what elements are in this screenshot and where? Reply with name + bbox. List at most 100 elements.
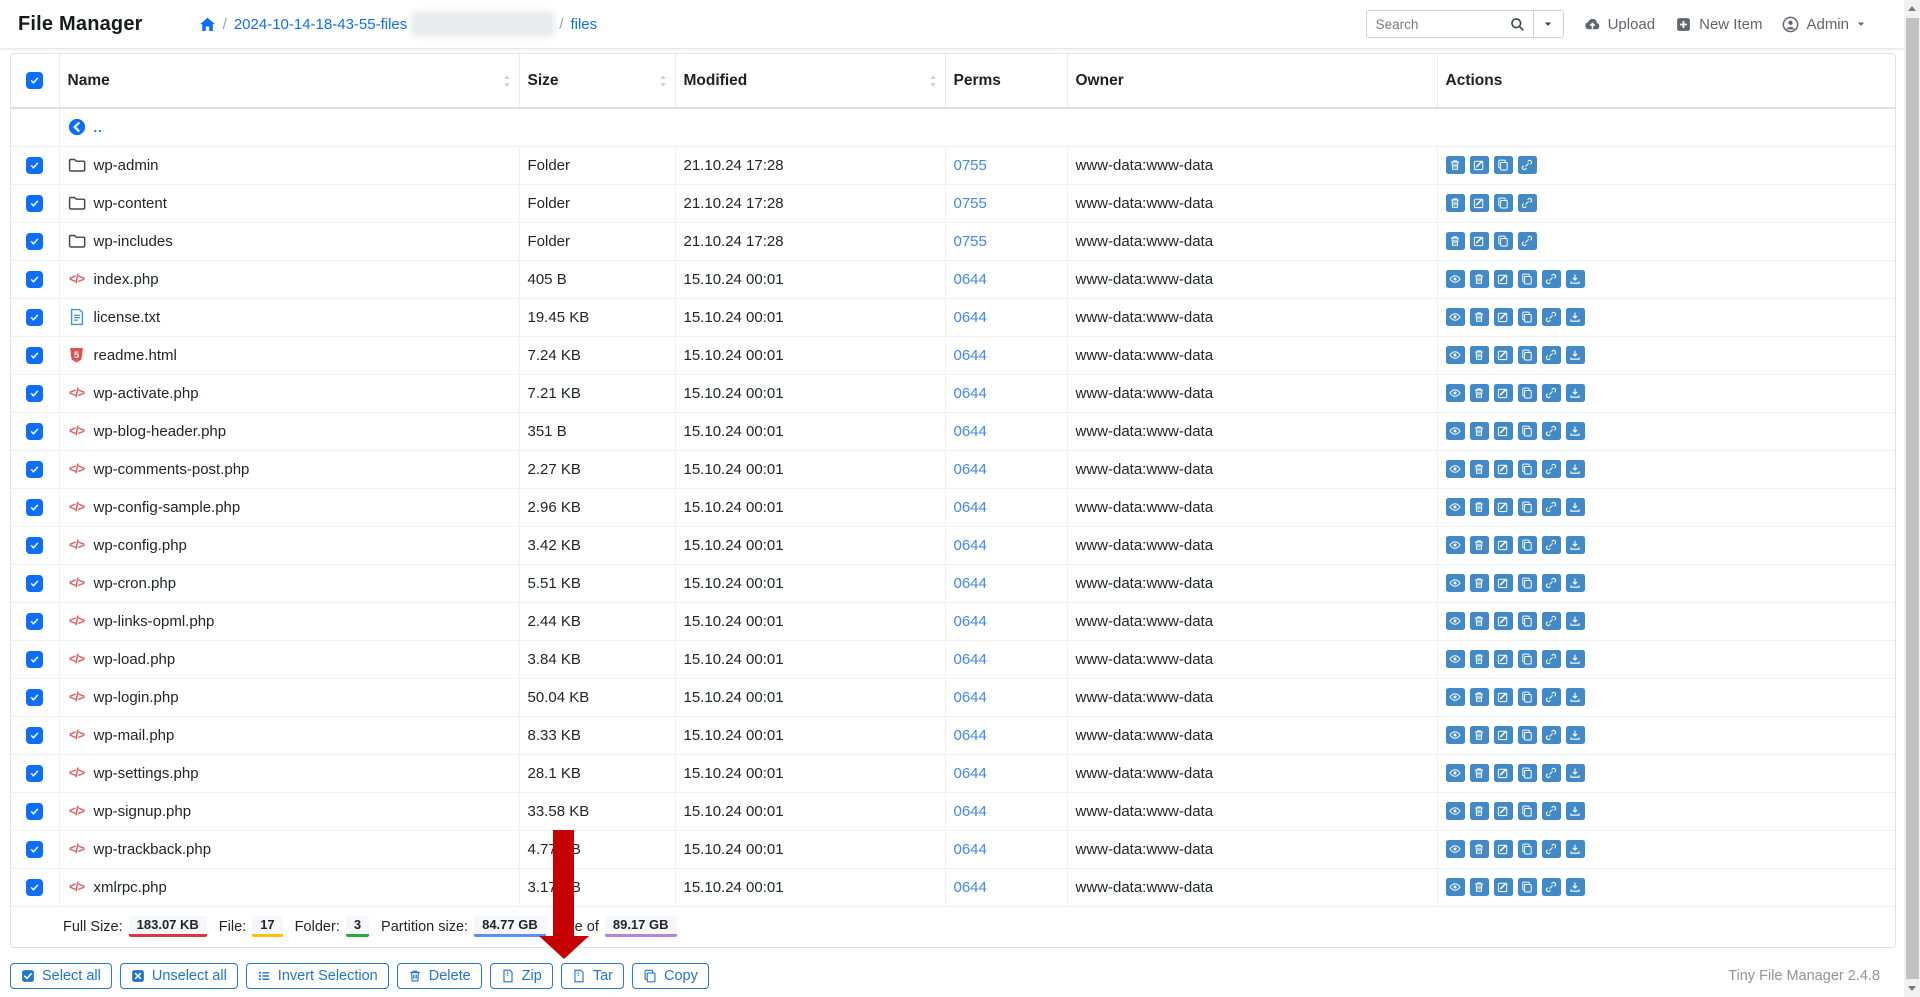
download-button[interactable] bbox=[1566, 422, 1585, 440]
delete-button[interactable] bbox=[1470, 308, 1489, 326]
copy-button[interactable] bbox=[1518, 574, 1537, 592]
rename-button[interactable] bbox=[1470, 156, 1489, 174]
download-button[interactable] bbox=[1566, 460, 1585, 478]
download-button[interactable] bbox=[1566, 498, 1585, 516]
delete-button[interactable] bbox=[1470, 612, 1489, 630]
column-header-name[interactable]: Name bbox=[59, 54, 519, 108]
perms-link[interactable]: 0644 bbox=[954, 765, 987, 782]
perms-link[interactable]: 0644 bbox=[954, 347, 987, 364]
rename-button[interactable] bbox=[1494, 612, 1513, 630]
rename-button[interactable] bbox=[1494, 574, 1513, 592]
delete-button[interactable] bbox=[1470, 802, 1489, 820]
perms-link[interactable]: 0644 bbox=[954, 271, 987, 288]
preview-button[interactable] bbox=[1446, 726, 1465, 744]
download-button[interactable] bbox=[1566, 536, 1585, 554]
link-button[interactable] bbox=[1518, 232, 1537, 250]
copy-button[interactable] bbox=[1518, 840, 1537, 858]
file-name[interactable]: readme.html bbox=[94, 347, 177, 364]
download-button[interactable] bbox=[1566, 802, 1585, 820]
preview-button[interactable] bbox=[1446, 802, 1465, 820]
home-icon[interactable] bbox=[199, 16, 216, 33]
preview-button[interactable] bbox=[1446, 840, 1465, 858]
delete-button[interactable] bbox=[1470, 270, 1489, 288]
breadcrumb-link[interactable]: files bbox=[570, 16, 597, 33]
delete-button[interactable] bbox=[1470, 422, 1489, 440]
file-name[interactable]: license.txt bbox=[94, 309, 161, 326]
delete-button[interactable] bbox=[1470, 498, 1489, 516]
file-name[interactable]: wp-cron.php bbox=[94, 575, 177, 592]
breadcrumb-link[interactable]: 2024-10-14-18-43-55-files bbox=[234, 16, 407, 33]
preview-button[interactable] bbox=[1446, 308, 1465, 326]
row-checkbox[interactable] bbox=[26, 157, 43, 174]
sort-icon[interactable] bbox=[926, 74, 940, 88]
preview-button[interactable] bbox=[1446, 650, 1465, 668]
delete-button[interactable] bbox=[1446, 156, 1465, 174]
perms-link[interactable]: 0644 bbox=[954, 499, 987, 516]
perms-link[interactable]: 0644 bbox=[954, 879, 987, 896]
copy-button[interactable] bbox=[1494, 194, 1513, 212]
row-checkbox[interactable] bbox=[26, 309, 43, 326]
link-button[interactable] bbox=[1542, 498, 1561, 516]
search-field[interactable] bbox=[1366, 10, 1534, 38]
copy-button[interactable] bbox=[1518, 270, 1537, 288]
file-name[interactable]: wp-login.php bbox=[94, 689, 179, 706]
rename-button[interactable] bbox=[1494, 650, 1513, 668]
link-button[interactable] bbox=[1542, 688, 1561, 706]
delete-button[interactable] bbox=[1446, 194, 1465, 212]
sort-icon[interactable] bbox=[656, 74, 670, 88]
row-checkbox[interactable] bbox=[26, 423, 43, 440]
delete-button[interactable] bbox=[1470, 764, 1489, 782]
download-button[interactable] bbox=[1566, 270, 1585, 288]
file-name[interactable]: wp-activate.php bbox=[94, 385, 199, 402]
link-button[interactable] bbox=[1518, 194, 1537, 212]
sort-icon[interactable] bbox=[500, 74, 514, 88]
delete-button[interactable]: Delete bbox=[397, 963, 482, 989]
file-name[interactable]: wp-signup.php bbox=[94, 803, 192, 820]
scrollbar-thumb[interactable] bbox=[1906, 18, 1919, 979]
row-checkbox[interactable] bbox=[26, 727, 43, 744]
select-all-button[interactable]: Select all bbox=[10, 963, 112, 989]
delete-button[interactable] bbox=[1470, 726, 1489, 744]
copy-button[interactable] bbox=[1518, 346, 1537, 364]
rename-button[interactable] bbox=[1494, 688, 1513, 706]
copy-button[interactable] bbox=[1518, 460, 1537, 478]
rename-button[interactable] bbox=[1494, 346, 1513, 364]
link-button[interactable] bbox=[1542, 536, 1561, 554]
copy-button[interactable] bbox=[1518, 650, 1537, 668]
rename-button[interactable] bbox=[1494, 536, 1513, 554]
zip-button[interactable]: Zip bbox=[490, 963, 553, 989]
row-checkbox[interactable] bbox=[26, 537, 43, 554]
preview-button[interactable] bbox=[1446, 270, 1465, 288]
download-button[interactable] bbox=[1566, 764, 1585, 782]
scroll-up-button[interactable] bbox=[1904, 0, 1920, 17]
preview-button[interactable] bbox=[1446, 384, 1465, 402]
file-name[interactable]: wp-config.php bbox=[94, 537, 187, 554]
rename-button[interactable] bbox=[1494, 384, 1513, 402]
invert-selection-button[interactable]: Invert Selection bbox=[246, 963, 389, 989]
row-checkbox[interactable] bbox=[26, 347, 43, 364]
rename-button[interactable] bbox=[1494, 308, 1513, 326]
perms-link[interactable]: 0644 bbox=[954, 727, 987, 744]
perms-link[interactable]: 0644 bbox=[954, 613, 987, 630]
link-button[interactable] bbox=[1542, 612, 1561, 630]
search-input[interactable] bbox=[1367, 17, 1510, 32]
scroll-down-button[interactable] bbox=[1904, 980, 1920, 997]
back-circle-icon[interactable] bbox=[68, 118, 86, 136]
download-button[interactable] bbox=[1566, 878, 1585, 896]
download-button[interactable] bbox=[1566, 308, 1585, 326]
row-checkbox[interactable] bbox=[26, 765, 43, 782]
row-checkbox[interactable] bbox=[26, 233, 43, 250]
preview-button[interactable] bbox=[1446, 764, 1465, 782]
delete-button[interactable] bbox=[1470, 346, 1489, 364]
download-button[interactable] bbox=[1566, 688, 1585, 706]
perms-link[interactable]: 0644 bbox=[954, 385, 987, 402]
select-all-checkbox[interactable] bbox=[26, 72, 43, 89]
admin-menu-button[interactable]: Admin bbox=[1782, 16, 1866, 33]
copy-button[interactable] bbox=[1494, 232, 1513, 250]
copy-button[interactable] bbox=[1518, 878, 1537, 896]
copy-button[interactable] bbox=[1518, 384, 1537, 402]
perms-link[interactable]: 0644 bbox=[954, 651, 987, 668]
perms-link[interactable]: 0755 bbox=[954, 157, 987, 174]
preview-button[interactable] bbox=[1446, 422, 1465, 440]
folder-name[interactable]: wp-admin bbox=[94, 157, 159, 174]
